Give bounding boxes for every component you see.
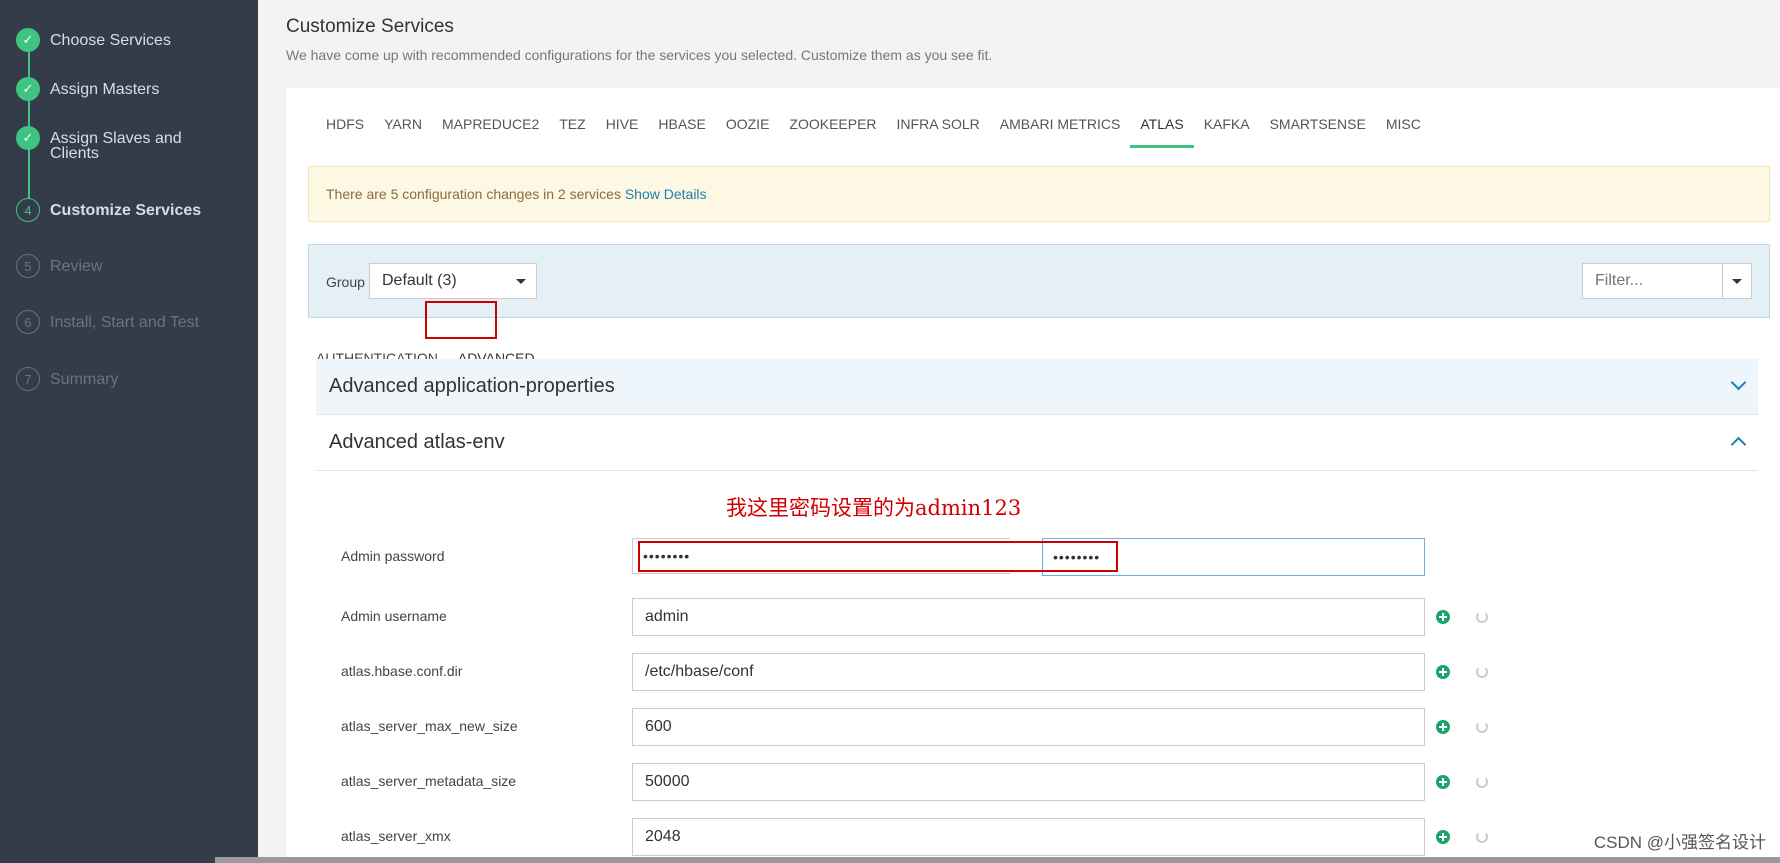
group-bar: Group Default (3) <box>308 244 1770 318</box>
group-label: Group <box>326 274 365 290</box>
step-label: Summary <box>50 371 119 388</box>
prop-label-max-new-size: atlas_server_max_new_size <box>341 718 518 734</box>
watermark: CSDN @小强签名设计 <box>1593 833 1766 852</box>
tab-yarn[interactable]: YARN <box>374 112 432 148</box>
tab-infra-solr[interactable]: INFRA SOLR <box>887 112 990 148</box>
tab-hive[interactable]: HIVE <box>596 112 649 148</box>
annotation-note: 我这里密码设置的为admin123 <box>726 496 1022 520</box>
admin-username-field[interactable]: admin <box>632 598 1425 636</box>
tab-oozie[interactable]: OOZIE <box>716 112 780 148</box>
add-override-icon[interactable] <box>1436 830 1450 844</box>
step-label: Review <box>50 258 103 275</box>
prop-label-metadata-size: atlas_server_metadata_size <box>341 773 517 789</box>
group-select-value: Default (3) <box>382 272 457 289</box>
undo-icon[interactable] <box>1476 831 1488 843</box>
horizontal-scrollbar[interactable] <box>215 857 1780 863</box>
tab-hbase[interactable]: HBASE <box>648 112 715 148</box>
section-title: Advanced atlas-env <box>329 431 505 453</box>
tab-mapreduce2[interactable]: MAPREDUCE2 <box>432 112 549 148</box>
hbase-conf-dir-field[interactable]: /etc/hbase/conf <box>632 653 1425 691</box>
check-icon: ✓ <box>16 77 40 101</box>
tab-zookeeper[interactable]: ZOOKEEPER <box>779 112 886 148</box>
chevron-down-icon <box>1730 374 1747 391</box>
tab-atlas[interactable]: ATLAS <box>1130 112 1195 148</box>
step-label: Assign Masters <box>50 81 160 98</box>
show-details-link[interactable]: Show Details <box>625 186 707 202</box>
step-customize-services: 4 Customize Services <box>16 198 220 222</box>
tab-misc[interactable]: MISC <box>1376 112 1431 148</box>
server-xmx-field[interactable]: 2048 <box>632 818 1425 856</box>
caret-down-icon <box>516 279 526 284</box>
step-number: 6 <box>16 310 40 334</box>
step-assign-masters[interactable]: ✓ Assign Masters <box>16 77 220 101</box>
tab-ambari-metrics[interactable]: AMBARI METRICS <box>990 112 1131 148</box>
caret-down-icon <box>1732 279 1742 284</box>
main-content: Customize Services We have come up with … <box>258 0 1780 863</box>
tab-kafka[interactable]: KAFKA <box>1194 112 1260 148</box>
section-advanced-application-properties[interactable]: Advanced application-properties <box>316 359 1758 415</box>
config-changes-alert: There are 5 configuration changes in 2 s… <box>308 166 1770 222</box>
step-number: 5 <box>16 254 40 278</box>
add-override-icon[interactable] <box>1436 775 1450 789</box>
step-summary: 7 Summary <box>16 367 220 391</box>
metadata-size-field[interactable]: 50000 <box>632 763 1425 801</box>
step-label: Choose Services <box>50 32 171 49</box>
add-override-icon[interactable] <box>1436 665 1450 679</box>
progress-line <box>28 40 30 210</box>
prop-label-server-xmx: atlas_server_xmx <box>341 828 451 844</box>
step-choose-services[interactable]: ✓ Choose Services <box>16 28 220 52</box>
step-assign-slaves[interactable]: ✓ Assign Slaves and Clients <box>16 126 220 162</box>
undo-icon[interactable] <box>1476 666 1488 678</box>
max-new-size-field[interactable]: 600 <box>632 708 1425 746</box>
filter-dropdown-button[interactable] <box>1722 264 1751 298</box>
prop-label-hbase-conf-dir: atlas.hbase.conf.dir <box>341 663 463 679</box>
alert-text: There are 5 configuration changes in 2 s… <box>326 186 621 202</box>
check-icon: ✓ <box>16 126 40 150</box>
step-label: Install, Start and Test <box>50 314 200 331</box>
config-panel: HDFS YARN MAPREDUCE2 TEZ HIVE HBASE OOZI… <box>286 88 1780 863</box>
undo-icon[interactable] <box>1476 611 1488 623</box>
prop-label-admin-password: Admin password <box>341 548 445 564</box>
service-tabs: HDFS YARN MAPREDUCE2 TEZ HIVE HBASE OOZI… <box>316 112 1431 148</box>
step-label: Assign Slaves and Clients <box>50 130 182 162</box>
highlight-box-password <box>638 541 1118 572</box>
step-label: Customize Services <box>50 202 202 219</box>
tab-hdfs[interactable]: HDFS <box>316 112 374 148</box>
tab-tez[interactable]: TEZ <box>549 112 595 148</box>
undo-icon[interactable] <box>1476 776 1488 788</box>
add-override-icon[interactable] <box>1436 720 1450 734</box>
group-select[interactable]: Default (3) <box>369 263 537 299</box>
page-title: Customize Services <box>286 16 454 37</box>
page-subtitle: We have come up with recommended configu… <box>286 47 993 63</box>
chevron-up-icon <box>1730 436 1747 453</box>
step-number: 7 <box>16 367 40 391</box>
section-advanced-atlas-env[interactable]: Advanced atlas-env <box>316 415 1758 471</box>
step-number: 4 <box>16 198 40 222</box>
filter-box <box>1582 263 1752 299</box>
prop-label-admin-username: Admin username <box>341 608 447 624</box>
filter-input[interactable] <box>1583 264 1721 298</box>
wizard-sidebar: ✓ Choose Services ✓ Assign Masters ✓ Ass… <box>0 0 258 863</box>
step-review: 5 Review <box>16 254 220 278</box>
add-override-icon[interactable] <box>1436 610 1450 624</box>
undo-icon[interactable] <box>1476 721 1488 733</box>
step-install-start-test: 6 Install, Start and Test <box>16 310 220 334</box>
section-title: Advanced application-properties <box>329 375 615 397</box>
highlight-box-advanced <box>425 301 497 339</box>
check-icon: ✓ <box>16 28 40 52</box>
tab-smartsense[interactable]: SMARTSENSE <box>1260 112 1376 148</box>
